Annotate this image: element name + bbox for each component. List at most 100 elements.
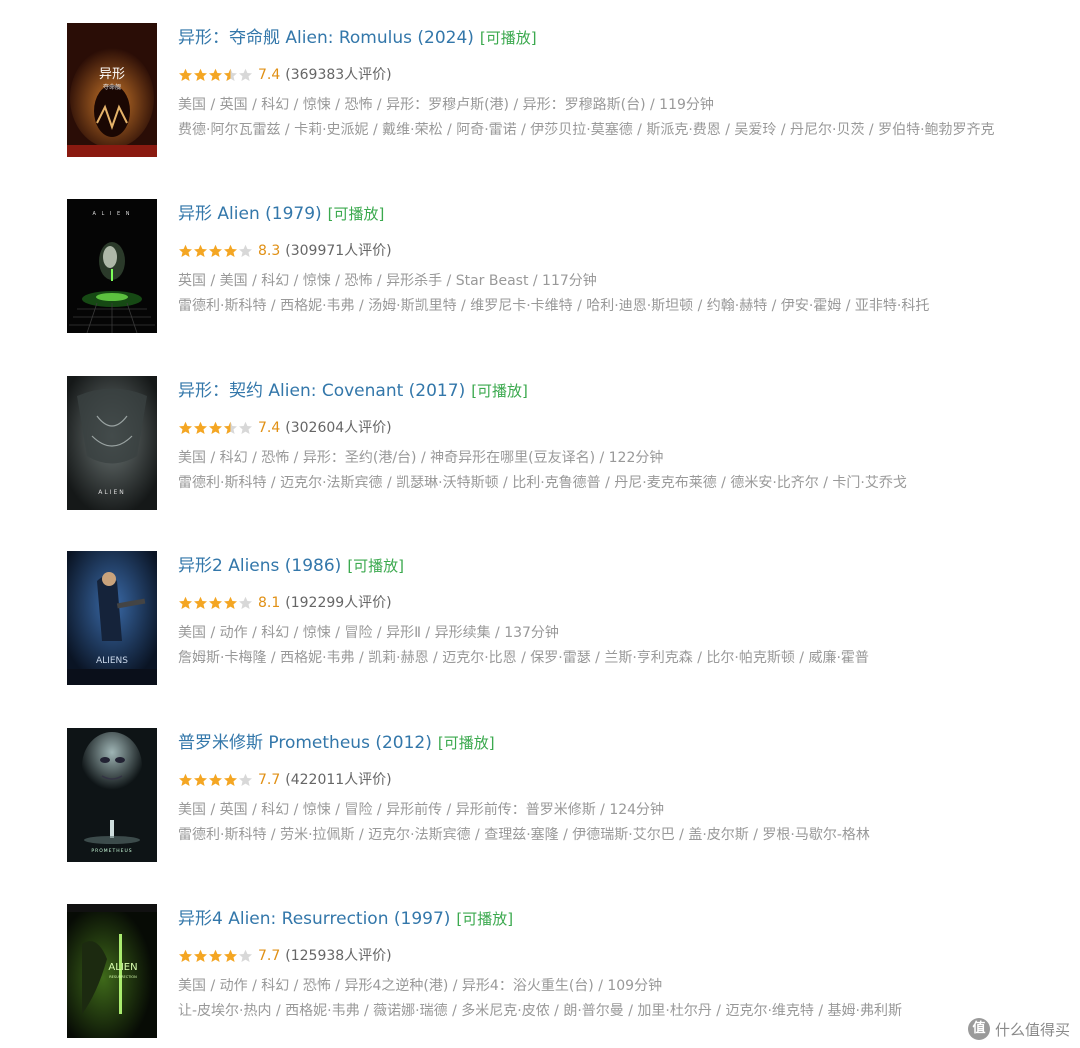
watermark-icon: 值: [967, 1018, 990, 1040]
watermark-text: 什么值得买: [994, 1020, 1070, 1039]
rating-row: 7.4 (369383人评价): [178, 64, 392, 86]
star-icon: [178, 596, 193, 610]
movie-meta: 美国 / 科幻 / 恐怖 / 异形：圣约(港/台) / 神奇异形在哪里(豆友译名…: [178, 450, 664, 466]
movie-meta: 美国 / 动作 / 科幻 / 惊悚 / 冒险 / 异形Ⅱ / 异形续集 / 13…: [178, 625, 559, 641]
svg-text:RESURRECTION: RESURRECTION: [109, 975, 137, 979]
star-icon: [178, 244, 193, 258]
rating-stars: [178, 596, 253, 610]
rating-score: 8.1: [258, 595, 281, 611]
rating-votes: (422011人评价): [285, 772, 392, 788]
star-icon: [178, 421, 193, 435]
star-icon: [223, 68, 238, 82]
rating-stars: [178, 244, 253, 258]
movie-poster[interactable]: PROMETHEUS: [67, 728, 157, 862]
star-icon: [193, 244, 208, 258]
playable-link[interactable]: [可播放]: [480, 29, 537, 47]
star-icon: [193, 773, 208, 787]
star-icon: [223, 773, 238, 787]
rating-row: 7.4 (302604人评价): [178, 417, 392, 439]
movie-meta: 美国 / 动作 / 科幻 / 恐怖 / 异形4之逆种(港) / 异形4：浴火重生…: [178, 978, 663, 994]
star-icon: [193, 421, 208, 435]
movie-cast: 雷德利·斯科特 / 西格妮·韦弗 / 汤姆·斯凯里特 / 维罗尼卡·卡维特 / …: [178, 298, 930, 314]
rating-votes: (192299人评价): [285, 595, 392, 611]
star-icon: [208, 949, 223, 963]
movie-meta: 英国 / 美国 / 科幻 / 惊悚 / 恐怖 / 异形杀手 / Star Bea…: [178, 273, 597, 289]
movie-cast: 雷德利·斯科特 / 劳米·拉佩斯 / 迈克尔·法斯宾德 / 查理兹·塞隆 / 伊…: [178, 827, 870, 843]
star-icon: [238, 949, 253, 963]
movie-item: 异形 夺命舰 异形：夺命舰 Alien: Romulus (2024) [可播放]…: [0, 23, 1080, 163]
svg-text:夺命舰: 夺命舰: [103, 83, 121, 91]
rating-stars: [178, 421, 253, 435]
movie-meta: 美国 / 英国 / 科幻 / 惊悚 / 恐怖 / 异形：罗穆卢斯(港) / 异形…: [178, 97, 714, 113]
movie-poster[interactable]: ALIENS: [67, 551, 157, 685]
rating-score: 8.3: [258, 243, 281, 259]
watermark: 值 什么值得买: [967, 1018, 1070, 1040]
rating-votes: (302604人评价): [285, 420, 392, 436]
rating-votes: (125938人评价): [285, 948, 392, 964]
movie-title-link[interactable]: 普罗米修斯 Prometheus (2012): [178, 733, 432, 753]
star-icon: [193, 68, 208, 82]
star-icon: [238, 421, 253, 435]
star-icon: [178, 773, 193, 787]
movie-item: ALIEN 异形：契约 Alien: Covenant (2017) [可播放] …: [0, 376, 1080, 516]
rating-row: 7.7 (422011人评价): [178, 769, 392, 791]
rating-row: 8.3 (309971人评价): [178, 240, 392, 262]
svg-text:ALIEN: ALIEN: [98, 489, 126, 496]
star-icon: [238, 244, 253, 258]
rating-row: 8.1 (192299人评价): [178, 592, 392, 614]
svg-text:A L I E N: A L I E N: [93, 211, 132, 217]
movie-item: ALIEN RESURRECTION 异形4 Alien: Resurrecti…: [0, 904, 1080, 1044]
movie-meta: 美国 / 英国 / 科幻 / 惊悚 / 冒险 / 异形前传 / 异形前传：普罗米…: [178, 802, 665, 818]
rating-row: 7.7 (125938人评价): [178, 945, 392, 967]
star-icon: [193, 596, 208, 610]
movie-item: ALIENS 异形2 Aliens (1986) [可播放] 8.1 (19229…: [0, 551, 1080, 691]
movie-cast: 詹姆斯·卡梅隆 / 西格妮·韦弗 / 凯莉·赫恩 / 迈克尔·比恩 / 保罗·雷…: [178, 650, 869, 666]
playable-link[interactable]: [可播放]: [471, 382, 528, 400]
rating-score: 7.4: [258, 67, 281, 83]
star-icon: [223, 244, 238, 258]
star-icon: [208, 596, 223, 610]
movie-title-link[interactable]: 异形2 Aliens (1986): [178, 556, 341, 576]
movie-cast: 费德·阿尔瓦雷兹 / 卡莉·史派妮 / 戴维·荣松 / 阿奇·雷诺 / 伊莎贝拉…: [178, 122, 995, 138]
rating-stars: [178, 949, 253, 963]
rating-score: 7.4: [258, 420, 281, 436]
movie-poster[interactable]: ALIEN: [67, 376, 157, 510]
star-icon: [223, 596, 238, 610]
star-icon: [223, 949, 238, 963]
movie-poster[interactable]: ALIEN RESURRECTION: [67, 904, 157, 1038]
movie-item: PROMETHEUS 普罗米修斯 Prometheus (2012) [可播放] …: [0, 728, 1080, 868]
rating-votes: (369383人评价): [285, 67, 392, 83]
movie-title-link[interactable]: 异形 Alien (1979): [178, 204, 322, 224]
star-icon: [223, 421, 238, 435]
rating-stars: [178, 773, 253, 787]
star-icon: [208, 421, 223, 435]
star-icon: [193, 949, 208, 963]
movie-item: A L I E N 异形 Alien (1979) [可播放] 8.3 (3099…: [0, 199, 1080, 339]
movie-poster[interactable]: A L I E N: [67, 199, 157, 333]
rating-score: 7.7: [258, 772, 281, 788]
star-icon: [238, 68, 253, 82]
rating-votes: (309971人评价): [285, 243, 392, 259]
playable-link[interactable]: [可播放]: [456, 910, 513, 928]
star-icon: [238, 773, 253, 787]
playable-link[interactable]: [可播放]: [347, 557, 404, 575]
rating-score: 7.7: [258, 948, 281, 964]
movie-title-link[interactable]: 异形4 Alien: Resurrection (1997): [178, 909, 450, 929]
movie-cast: 雷德利·斯科特 / 迈克尔·法斯宾德 / 凯瑟琳·沃特斯顿 / 比利·克鲁德普 …: [178, 475, 907, 491]
movie-poster[interactable]: 异形 夺命舰: [67, 23, 157, 157]
movie-cast: 让-皮埃尔·热内 / 西格妮·韦弗 / 薇诺娜·瑞德 / 多米尼克·皮侬 / 朗…: [178, 1003, 902, 1019]
movie-title-link[interactable]: 异形：契约 Alien: Covenant (2017): [178, 381, 465, 401]
svg-text:ALIENS: ALIENS: [96, 656, 128, 666]
rating-stars: [178, 68, 253, 82]
star-icon: [208, 68, 223, 82]
star-icon: [178, 68, 193, 82]
star-icon: [208, 244, 223, 258]
playable-link[interactable]: [可播放]: [438, 734, 495, 752]
svg-text:异形: 异形: [99, 67, 125, 82]
playable-link[interactable]: [可播放]: [328, 205, 385, 223]
star-icon: [208, 773, 223, 787]
movie-title-link[interactable]: 异形：夺命舰 Alien: Romulus (2024): [178, 28, 474, 48]
star-icon: [178, 949, 193, 963]
svg-text:ALIEN: ALIEN: [108, 962, 137, 973]
star-icon: [238, 596, 253, 610]
